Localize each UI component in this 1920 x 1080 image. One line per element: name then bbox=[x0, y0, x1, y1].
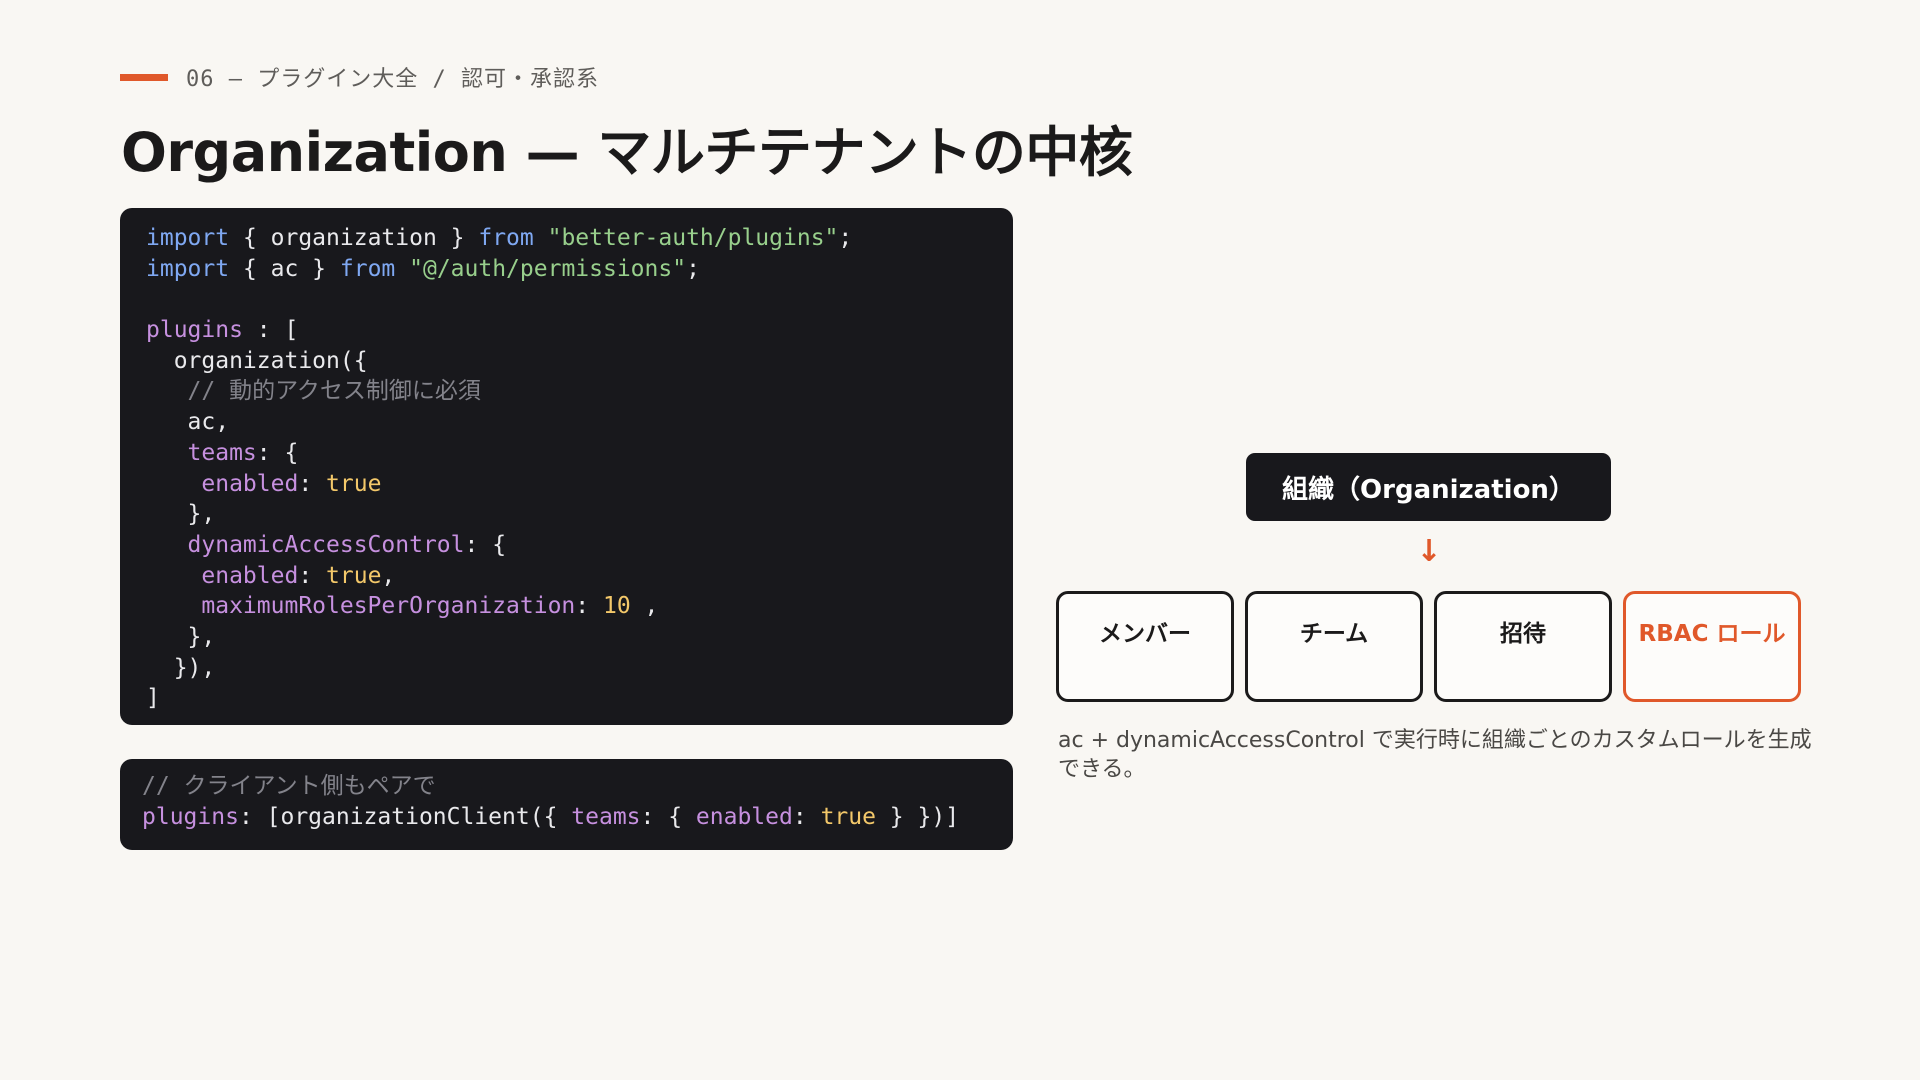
code-line: }, bbox=[146, 623, 216, 650]
code-token: from bbox=[339, 255, 396, 282]
code-token: true bbox=[326, 470, 382, 497]
organization-node: 組織（Organization） bbox=[1246, 453, 1611, 521]
code-line: ] bbox=[146, 685, 160, 712]
code-token: ; bbox=[838, 225, 853, 251]
code-token: enabled bbox=[201, 470, 299, 497]
code-token: : bbox=[792, 803, 821, 830]
code-line: enabled: true bbox=[146, 469, 987, 500]
eyebrow-text: 06 — プラグイン大全 / 認可・承認系 bbox=[186, 67, 599, 92]
members-node: メンバー bbox=[1056, 591, 1234, 702]
code-token: import bbox=[146, 255, 230, 282]
code-token: : [organizationClient({ bbox=[238, 803, 572, 830]
code-comment: // 動的アクセス制御に必須 bbox=[146, 378, 481, 405]
code-token: teams bbox=[187, 439, 257, 466]
server-code-block: import { organization } from "better-aut… bbox=[120, 208, 1013, 725]
code-token: enabled bbox=[201, 562, 299, 589]
teams-node: チーム bbox=[1245, 591, 1423, 702]
code-token: dynamicAccessControl bbox=[187, 531, 465, 558]
code-line: plugins: [organizationClient({ teams: { … bbox=[142, 802, 991, 833]
code-token: { organization } bbox=[229, 225, 479, 251]
code-token: import bbox=[146, 225, 230, 251]
code-token: : [ bbox=[242, 317, 299, 344]
code-line: import { ac } from "@/auth/permissions"; bbox=[146, 254, 987, 285]
code-token: : { bbox=[464, 531, 507, 558]
code-line: teams: { bbox=[146, 438, 987, 469]
code-line: plugins : [ bbox=[146, 315, 987, 346]
code-token: plugins bbox=[142, 803, 239, 830]
code-token: plugins bbox=[146, 317, 243, 344]
code-token: , bbox=[381, 562, 396, 589]
code-token: maximumRolesPerOrganization bbox=[201, 593, 576, 620]
diagram-caption: ac + dynamicAccessControl で実行時に組織ごとのカスタム… bbox=[1058, 728, 1812, 782]
section-eyebrow: 06 — プラグイン大全 / 認可・承認系 bbox=[120, 62, 599, 92]
code-token: } })] bbox=[875, 803, 960, 830]
code-token: , bbox=[630, 593, 659, 620]
code-token: : { bbox=[256, 439, 299, 466]
code-line: organization({ bbox=[146, 347, 368, 374]
code-token: : bbox=[298, 562, 327, 589]
code-line: ac, bbox=[146, 409, 230, 436]
accent-bar bbox=[120, 73, 168, 81]
code-token: "@/auth/permissions" bbox=[409, 255, 687, 282]
code-token: true bbox=[820, 803, 876, 830]
code-token: "better-auth/plugins" bbox=[547, 225, 839, 251]
code-token: from bbox=[478, 225, 534, 251]
down-arrow-icon: ↓ bbox=[1416, 534, 1442, 569]
code-token: { ac } bbox=[229, 255, 340, 282]
code-token: teams bbox=[571, 803, 641, 830]
code-token: : bbox=[575, 593, 603, 620]
code-token: : bbox=[298, 470, 327, 497]
code-comment: // クライアント側もペアで bbox=[142, 773, 436, 799]
code-token: enabled bbox=[695, 803, 793, 830]
code-line: dynamicAccessControl: { bbox=[146, 530, 987, 561]
invitations-node: 招待 bbox=[1434, 591, 1612, 702]
code-token: true bbox=[326, 562, 382, 589]
code-line: }, bbox=[146, 501, 216, 528]
code-token: 10 bbox=[602, 593, 631, 620]
client-code-block: // クライアント側もペアで plugins: [organizationClie… bbox=[120, 759, 1013, 850]
code-line: import { organization } from "better-aut… bbox=[146, 223, 987, 254]
code-token: : { bbox=[640, 803, 696, 830]
slide-title: Organization — マルチテナントの中核 bbox=[121, 121, 1133, 184]
code-token: ; bbox=[686, 255, 700, 282]
code-line: maximumRolesPerOrganization: 10 , bbox=[146, 591, 987, 622]
rbac-roles-node: RBAC ロール bbox=[1623, 591, 1801, 702]
code-line: }), bbox=[146, 654, 216, 681]
code-line: enabled: true, bbox=[146, 561, 987, 592]
